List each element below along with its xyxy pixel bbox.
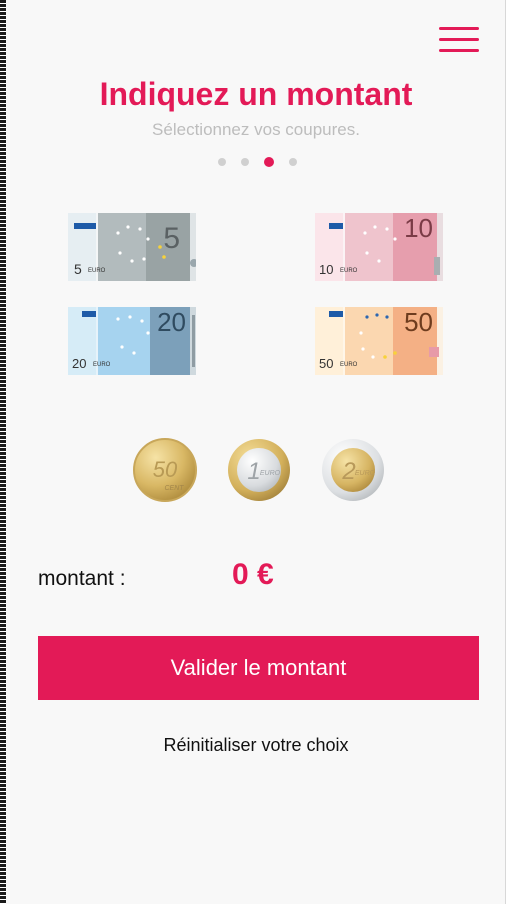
coin-value: 50	[153, 457, 178, 482]
amount-value: 0 €	[232, 558, 274, 591]
step-dot-3-active	[264, 157, 274, 167]
note-value-top: 50	[404, 307, 433, 337]
app-screen: Indiquez un montant Sélectionnez vos cou…	[6, 0, 506, 904]
note-value-bottom: 5	[74, 261, 82, 277]
coin-1-euro[interactable]: 1 EURO	[226, 437, 292, 503]
banknote-50-euro[interactable]: 50 50 EURO	[315, 307, 443, 375]
page-subtitle: Sélectionnez vos coupures.	[152, 120, 360, 139]
validate-amount-button[interactable]: Valider le montant	[38, 636, 479, 700]
note-euro-label: EURO	[340, 362, 358, 368]
note-value-top: 5	[163, 222, 180, 255]
right-edge	[505, 0, 512, 904]
note-value-bottom: 50	[319, 356, 333, 371]
coin-50-cents[interactable]: 50 CENT	[132, 437, 198, 503]
note-value-top: 10	[404, 213, 433, 243]
coin-value: 1	[247, 458, 260, 485]
note-value-top: 20	[157, 307, 186, 337]
coin-sub-label: CENT	[164, 485, 184, 492]
note-value-bottom: 20	[72, 356, 86, 371]
banknote-20-euro[interactable]: 20 20 EURO	[68, 307, 196, 375]
coin-2-euro[interactable]: 2 EURO	[320, 437, 386, 503]
note-euro-label: EURO	[340, 268, 358, 274]
note-euro-label: EURO	[93, 362, 111, 368]
hamburger-menu-icon[interactable]	[439, 27, 479, 53]
reset-choice-link[interactable]: Réinitialiser votre choix	[6, 735, 506, 756]
banknote-5-euro[interactable]: 5 5 EURO	[68, 213, 196, 281]
amount-label: montant :	[38, 567, 126, 590]
note-value-bottom: 10	[319, 262, 333, 277]
step-dot-2	[241, 158, 249, 166]
banknote-10-euro[interactable]: 10 10 EURO	[315, 213, 443, 281]
page-title: Indiquez un montant	[99, 76, 413, 112]
step-dot-4	[289, 158, 297, 166]
step-dot-1	[218, 158, 226, 166]
coin-sub-label: EURO	[355, 470, 376, 477]
coin-sub-label: EURO	[260, 470, 281, 477]
note-euro-label: EURO	[88, 268, 106, 274]
coin-value: 2	[341, 458, 355, 485]
